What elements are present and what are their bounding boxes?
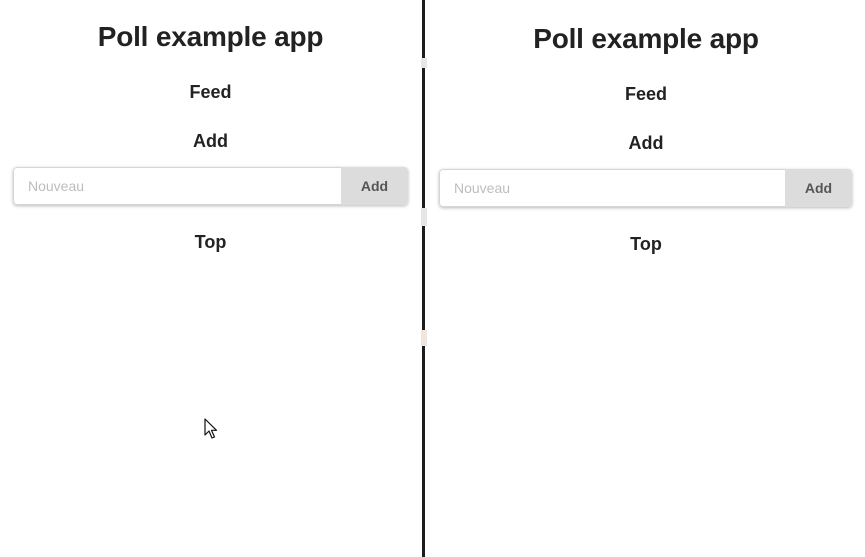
add-poll-form: Add bbox=[13, 167, 408, 205]
add-heading: Add bbox=[628, 133, 664, 153]
page-title: Poll example app bbox=[533, 23, 759, 54]
nav-feed-link[interactable]: Feed bbox=[0, 82, 421, 103]
add-poll-form: Add bbox=[439, 169, 852, 207]
page-title: Poll example app bbox=[97, 21, 324, 52]
add-button[interactable]: Add bbox=[341, 167, 408, 205]
nav-feed-link[interactable]: Feed bbox=[427, 84, 865, 105]
nav-top-link[interactable]: Top bbox=[427, 234, 865, 255]
add-heading: Add bbox=[193, 131, 228, 151]
right-window: Poll example app Feed Add Add Top bbox=[427, 0, 865, 557]
split-bar bbox=[422, 0, 425, 557]
new-poll-input[interactable] bbox=[439, 169, 785, 207]
add-button[interactable]: Add bbox=[785, 169, 852, 207]
new-poll-input[interactable] bbox=[13, 167, 341, 205]
mouse-pointer-icon bbox=[204, 418, 218, 439]
left-window: Poll example app Feed Add Add Top bbox=[0, 0, 421, 557]
nav-top-link[interactable]: Top bbox=[0, 232, 421, 253]
split-screen: Poll example app Feed Add Add Top Poll e… bbox=[0, 0, 865, 557]
